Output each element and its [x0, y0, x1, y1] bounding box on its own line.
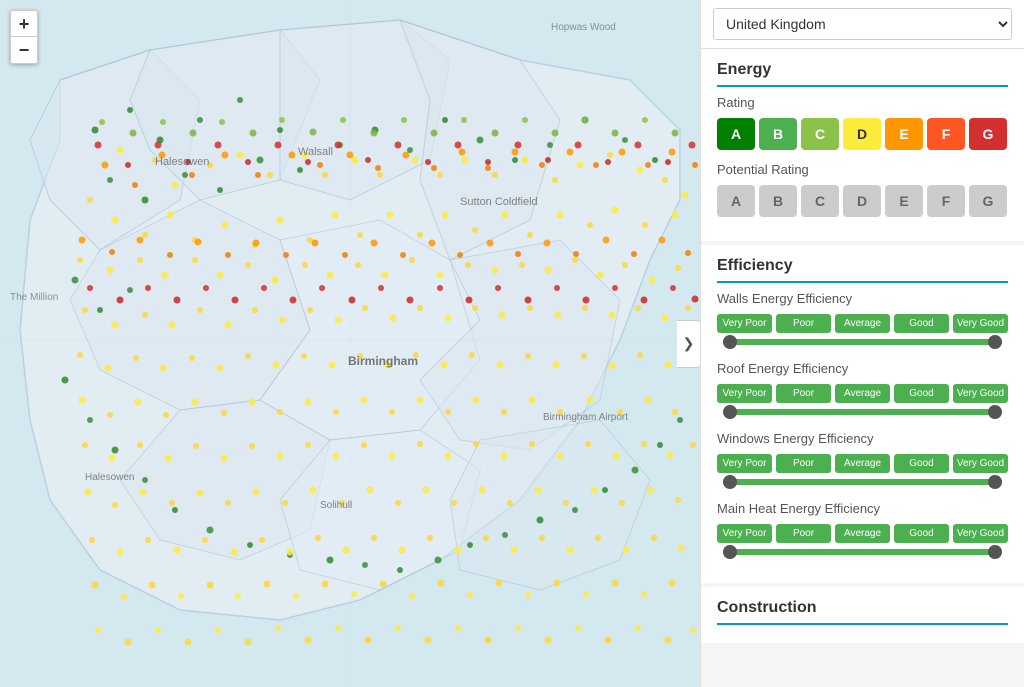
roof-very-poor-btn[interactable]: Very Poor: [717, 384, 772, 403]
map-container[interactable]: Halesowen Walsall Sutton Coldfield Birmi…: [0, 0, 700, 687]
efficiency-section-title: Efficiency: [717, 257, 1008, 283]
filter-panel: United Kingdom England Scotland Wales No…: [700, 0, 1024, 687]
windows-efficiency-labels: Very Poor Poor Average Good Very Good: [717, 454, 1008, 473]
rating-btn-A[interactable]: A: [717, 118, 755, 150]
walls-slider-track: [723, 339, 1002, 345]
walls-poor-btn[interactable]: Poor: [776, 314, 831, 333]
roof-very-good-btn[interactable]: Very Good: [953, 384, 1008, 403]
roof-efficiency-labels: Very Poor Poor Average Good Very Good: [717, 384, 1008, 403]
windows-very-poor-btn[interactable]: Very Poor: [717, 454, 772, 473]
windows-good-btn[interactable]: Good: [894, 454, 949, 473]
walls-average-btn[interactable]: Average: [835, 314, 890, 333]
svg-text:Halesowen: Halesowen: [85, 472, 134, 483]
main-heat-very-good-btn[interactable]: Very Good: [953, 524, 1008, 543]
energy-section-title: Energy: [717, 61, 1008, 87]
windows-average-btn[interactable]: Average: [835, 454, 890, 473]
svg-text:Hopwas Wood: Hopwas Wood: [551, 22, 616, 33]
svg-text:The Million: The Million: [10, 292, 58, 303]
efficiency-section: Efficiency Walls Energy Efficiency Very …: [701, 245, 1024, 583]
potential-rating-btn-E[interactable]: E: [885, 185, 923, 217]
potential-rating-btn-F[interactable]: F: [927, 185, 965, 217]
main-heat-good-btn[interactable]: Good: [894, 524, 949, 543]
svg-text:Birmingham Airport: Birmingham Airport: [543, 412, 628, 423]
svg-text:Birmingham: Birmingham: [348, 354, 418, 368]
rating-btn-C[interactable]: C: [801, 118, 839, 150]
zoom-out-button[interactable]: −: [11, 37, 37, 63]
main-heat-slider-thumb-right[interactable]: [988, 545, 1002, 559]
collapse-icon: ❯: [683, 335, 695, 352]
roof-slider-thumb-left[interactable]: [723, 405, 737, 419]
roof-good-btn[interactable]: Good: [894, 384, 949, 403]
energy-section: Energy Rating A B C D E F G Potential Ra…: [701, 49, 1024, 241]
roof-slider-track: [723, 409, 1002, 415]
main-heat-efficiency-group: Main Heat Energy Efficiency Very Poor Po…: [717, 501, 1008, 555]
walls-very-poor-btn[interactable]: Very Poor: [717, 314, 772, 333]
roof-slider-thumb-right[interactable]: [988, 405, 1002, 419]
potential-rating-btn-A[interactable]: A: [717, 185, 755, 217]
rating-btn-B[interactable]: B: [759, 118, 797, 150]
main-heat-slider-track: [723, 549, 1002, 555]
walls-efficiency-title: Walls Energy Efficiency: [717, 291, 1008, 306]
roof-poor-btn[interactable]: Poor: [776, 384, 831, 403]
windows-efficiency-title: Windows Energy Efficiency: [717, 431, 1008, 446]
potential-rating-btn-C[interactable]: C: [801, 185, 839, 217]
energy-rating-row: A B C D E F G: [717, 118, 1008, 150]
svg-text:Sutton Coldfield: Sutton Coldfield: [460, 196, 538, 208]
potential-rating-label: Potential Rating: [717, 162, 1008, 177]
walls-good-btn[interactable]: Good: [894, 314, 949, 333]
walls-efficiency-labels: Very Poor Poor Average Good Very Good: [717, 314, 1008, 333]
main-heat-efficiency-title: Main Heat Energy Efficiency: [717, 501, 1008, 516]
svg-text:Walsall: Walsall: [298, 146, 333, 158]
main-heat-poor-btn[interactable]: Poor: [776, 524, 831, 543]
windows-slider-thumb-left[interactable]: [723, 475, 737, 489]
country-selector-section: United Kingdom England Scotland Wales No…: [701, 0, 1024, 49]
rating-btn-E[interactable]: E: [885, 118, 923, 150]
roof-efficiency-title: Roof Energy Efficiency: [717, 361, 1008, 376]
rating-btn-F[interactable]: F: [927, 118, 965, 150]
main-heat-average-btn[interactable]: Average: [835, 524, 890, 543]
main-heat-slider-thumb-left[interactable]: [723, 545, 737, 559]
walls-slider-thumb-right[interactable]: [988, 335, 1002, 349]
rating-btn-D[interactable]: D: [843, 118, 881, 150]
walls-very-good-btn[interactable]: Very Good: [953, 314, 1008, 333]
windows-poor-btn[interactable]: Poor: [776, 454, 831, 473]
construction-section-title: Construction: [717, 599, 1008, 625]
construction-section: Construction: [701, 587, 1024, 643]
roof-average-btn[interactable]: Average: [835, 384, 890, 403]
country-select[interactable]: United Kingdom England Scotland Wales No…: [713, 8, 1012, 40]
potential-rating-btn-D[interactable]: D: [843, 185, 881, 217]
zoom-in-button[interactable]: +: [11, 11, 37, 37]
rating-label: Rating: [717, 95, 1008, 110]
rating-btn-G[interactable]: G: [969, 118, 1007, 150]
map-zoom-controls: + −: [10, 10, 38, 64]
windows-very-good-btn[interactable]: Very Good: [953, 454, 1008, 473]
roof-efficiency-group: Roof Energy Efficiency Very Poor Poor Av…: [717, 361, 1008, 415]
potential-rating-btn-G[interactable]: G: [969, 185, 1007, 217]
main-heat-efficiency-labels: Very Poor Poor Average Good Very Good: [717, 524, 1008, 543]
svg-text:Halesowen: Halesowen: [155, 156, 209, 168]
windows-slider-thumb-right[interactable]: [988, 475, 1002, 489]
potential-rating-btn-B[interactable]: B: [759, 185, 797, 217]
collapse-panel-button[interactable]: ❯: [677, 320, 700, 368]
walls-efficiency-group: Walls Energy Efficiency Very Poor Poor A…: [717, 291, 1008, 345]
svg-text:Solihull: Solihull: [320, 500, 352, 511]
potential-rating-row: A B C D E F G: [717, 185, 1008, 217]
windows-efficiency-group: Windows Energy Efficiency Very Poor Poor…: [717, 431, 1008, 485]
windows-slider-track: [723, 479, 1002, 485]
main-heat-very-poor-btn[interactable]: Very Poor: [717, 524, 772, 543]
walls-slider-thumb-left[interactable]: [723, 335, 737, 349]
